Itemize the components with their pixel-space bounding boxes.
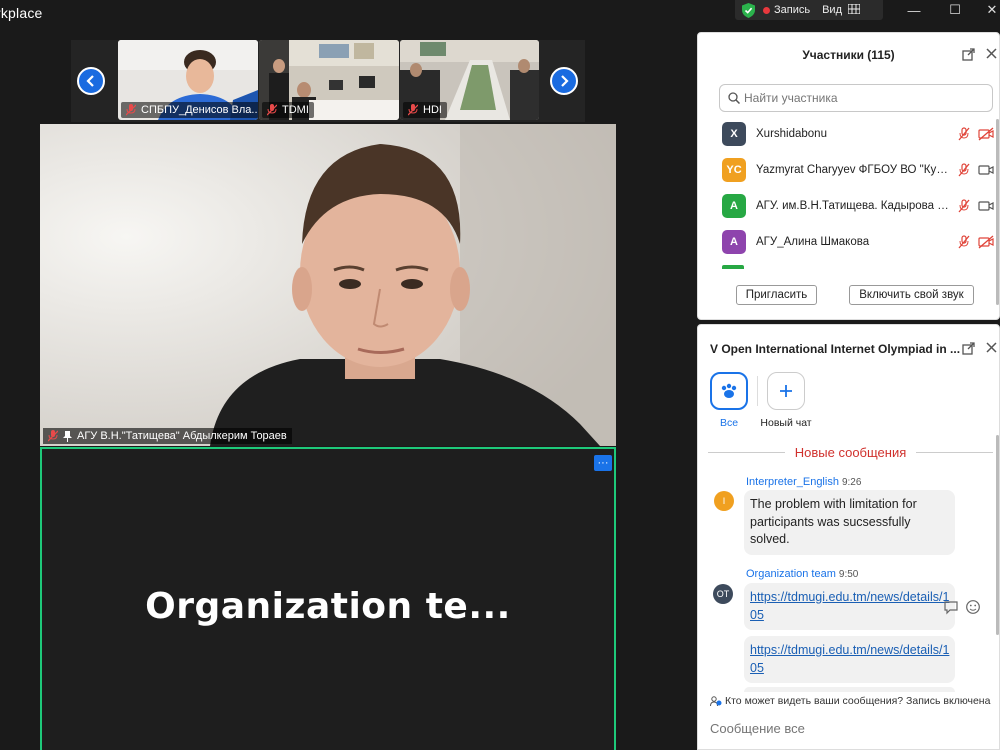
- avatar: I: [714, 491, 734, 511]
- visibility-icon: [710, 696, 722, 707]
- participant-row[interactable]: A АГУ. им.В.Н.Татищева. Кадырова Л...: [722, 193, 994, 219]
- avatar: YC: [722, 158, 746, 182]
- participant-search-input[interactable]: [744, 91, 984, 105]
- thumbnail-label: TDMI: [262, 102, 314, 118]
- chat-composer[interactable]: [710, 721, 980, 736]
- message-link[interactable]: https://tdmugi.edu.tm/news/details/105: [750, 643, 949, 675]
- participant-name: АГУ. им.В.Н.Татищева. Кадырова Л...: [756, 200, 951, 212]
- video-icon: [978, 201, 994, 211]
- participants-panel: Участники (115) X Xurshidabonu YC Yazmyr…: [697, 32, 1000, 320]
- close-window-button[interactable]: ✕: [970, 0, 1000, 20]
- video-off-icon: [978, 235, 994, 249]
- pin-icon: [63, 430, 72, 442]
- mic-muted-icon: [267, 104, 277, 116]
- speaker-name-label: АГУ В.Н."Татищева" Абдылкерим Тораев: [43, 428, 292, 444]
- tile-options-button[interactable]: ···: [594, 455, 612, 471]
- chat-tab-all-label[interactable]: Все: [710, 417, 748, 429]
- avatar-partial: [722, 265, 744, 269]
- chevron-left-icon: [86, 75, 94, 87]
- participant-search[interactable]: [719, 84, 993, 112]
- message-bubble: The problem with limitation for particip…: [744, 490, 955, 555]
- participant-display-name: Organization te...: [145, 586, 511, 627]
- chat-scrollbar[interactable]: [996, 435, 999, 635]
- participant-row[interactable]: X Xurshidabonu: [722, 121, 994, 147]
- chat-title: V Open International Internet Olympiad i…: [710, 342, 961, 356]
- video-off-icon: [978, 127, 994, 141]
- speaker-video-frame: [40, 124, 616, 446]
- group-icon: [721, 383, 737, 398]
- mic-muted-icon: [958, 235, 970, 249]
- message-sender: Interpreter_English 9:26: [746, 476, 862, 488]
- mic-muted-icon: [48, 430, 58, 442]
- mic-muted-icon: [126, 104, 136, 116]
- close-icon[interactable]: [984, 48, 998, 62]
- minimize-button[interactable]: —: [892, 0, 936, 20]
- avatar: A: [722, 230, 746, 254]
- active-speaker-tile[interactable]: ··· Organization te...: [40, 447, 616, 750]
- message-actions: [943, 599, 981, 615]
- close-icon[interactable]: [984, 342, 998, 356]
- search-icon: [728, 92, 740, 104]
- thumbnail-label: HDI: [403, 102, 447, 118]
- chat-message-input[interactable]: [710, 721, 980, 736]
- chat-panel: V Open International Internet Olympiad i…: [697, 324, 1000, 750]
- title-bar: rkplace Запись Вид — ☐ ✕: [0, 0, 1000, 28]
- video-thumbnail[interactable]: TDMI: [259, 40, 399, 120]
- popout-icon[interactable]: [961, 48, 975, 62]
- app-title: rkplace: [0, 5, 43, 21]
- avatar: X: [722, 122, 746, 146]
- video-icon: [978, 165, 994, 175]
- unmute-myself-button[interactable]: Включить свой звук: [849, 285, 974, 305]
- message-bubble-partial: [744, 687, 955, 692]
- message-sender: Organization team 9:50: [746, 568, 859, 580]
- reply-icon[interactable]: [943, 599, 959, 615]
- video-thumbnail[interactable]: СПБПУ_Денисов Вла...: [118, 40, 258, 120]
- new-chat-label[interactable]: Новый чат: [754, 417, 818, 429]
- popout-icon[interactable]: [961, 342, 975, 356]
- main-speaker-video[interactable]: АГУ В.Н."Татищева" Абдылкерим Тораев: [40, 124, 616, 446]
- mic-muted-icon: [958, 199, 970, 213]
- participant-row[interactable]: A АГУ_Алина Шмакова: [722, 229, 994, 255]
- mic-muted-icon: [958, 127, 970, 141]
- filmstrip-next-button[interactable]: [550, 67, 578, 95]
- plus-icon: [780, 385, 792, 397]
- message-privacy-info[interactable]: Кто может видеть ваши сообщения? Запись …: [710, 695, 990, 707]
- shield-icon[interactable]: [741, 2, 755, 18]
- video-filmstrip: СПБПУ_Денисов Вла... TDMI HDI: [71, 40, 585, 122]
- participant-name: АГУ_Алина Шмакова: [756, 236, 870, 248]
- participants-scrollbar[interactable]: [996, 119, 999, 305]
- view-button[interactable]: Вид: [822, 4, 842, 16]
- emoji-reaction-icon[interactable]: [965, 599, 981, 615]
- message-link[interactable]: https://tdmugi.edu.tm/news/details/105: [750, 590, 949, 622]
- participants-title: Участники (115): [802, 48, 895, 62]
- chat-tab-all[interactable]: [710, 372, 748, 410]
- new-messages-divider: Новые сообщения: [708, 442, 993, 462]
- participant-name: Yazmyrat Charyyev ФГБОУ ВО "КубГ...: [756, 164, 951, 176]
- chevron-right-icon: [561, 75, 569, 87]
- recording-icon: [763, 6, 770, 14]
- mic-muted-icon: [408, 104, 418, 116]
- recording-button[interactable]: Запись: [774, 4, 810, 16]
- avatar: OT: [713, 584, 733, 604]
- mic-muted-icon: [958, 163, 970, 177]
- message-bubble: https://tdmugi.edu.tm/news/details/105: [744, 636, 955, 683]
- thumbnail-label: СПБПУ_Денисов Вла...: [121, 102, 258, 118]
- message-bubble: https://tdmugi.edu.tm/news/details/105: [744, 583, 955, 630]
- video-thumbnail[interactable]: HDI: [400, 40, 539, 120]
- participant-row[interactable]: YC Yazmyrat Charyyev ФГБОУ ВО "КубГ...: [722, 157, 994, 183]
- filmstrip-prev-button[interactable]: [77, 67, 105, 95]
- invite-button[interactable]: Пригласить: [736, 285, 817, 305]
- participant-name: Xurshidabonu: [756, 128, 827, 140]
- tab-divider: [757, 376, 758, 406]
- grid-view-icon[interactable]: [847, 2, 861, 17]
- avatar: A: [722, 194, 746, 218]
- new-chat-button[interactable]: [767, 372, 805, 410]
- meeting-controls-group: Запись Вид: [735, 0, 883, 20]
